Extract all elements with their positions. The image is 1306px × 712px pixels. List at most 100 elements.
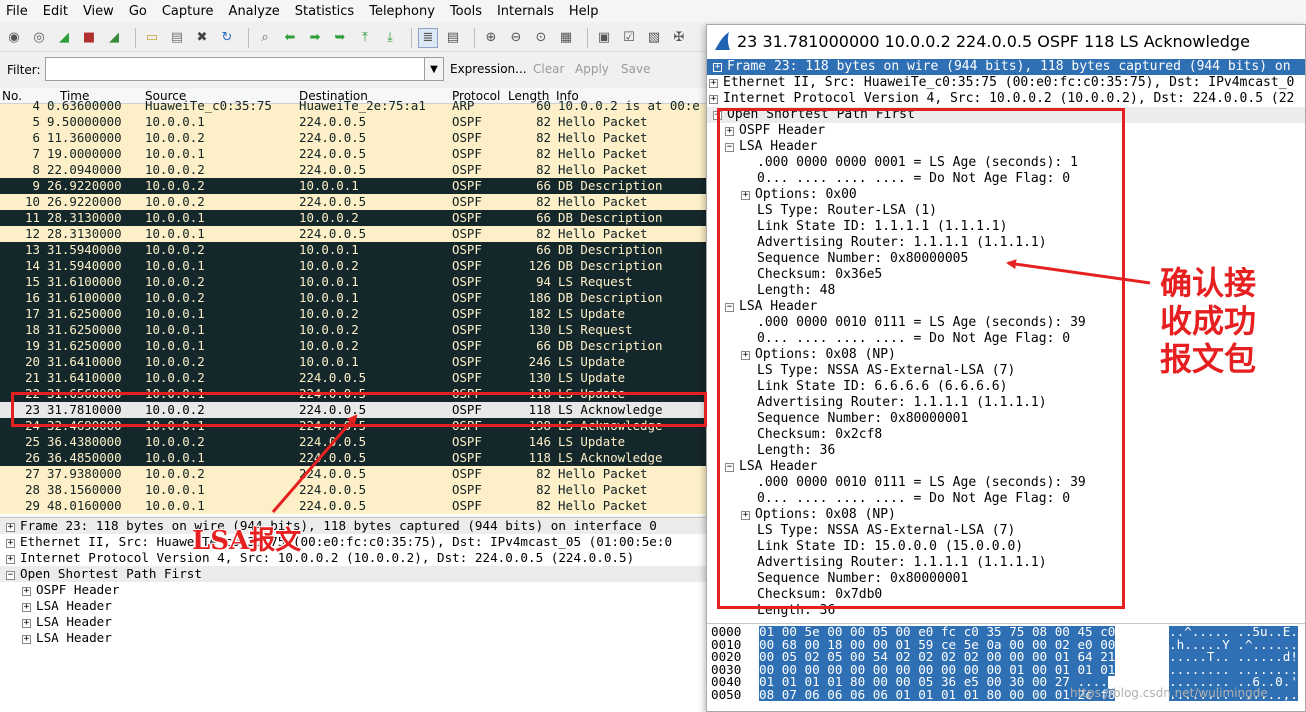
packet-cell-len: 82	[536, 498, 551, 513]
expand-icon[interactable]: +	[709, 79, 718, 88]
goto-icon[interactable]: ➥	[330, 28, 350, 48]
packet-row[interactable]: 28 38.1560000 10.0.0.1 224.0.0.5 OSPF 82 Hello…	[0, 482, 708, 498]
clear-button[interactable]: Clear	[533, 62, 564, 76]
menu-edit[interactable]: Edit	[43, 4, 68, 19]
forward-icon[interactable]: ➡	[305, 28, 325, 48]
packet-row[interactable]: 27 37.9380000 10.0.0.2 224.0.0.5 OSPF 82 Hello…	[0, 466, 708, 482]
packet-row[interactable]: 7 19.0000000 10.0.0.1 224.0.0.5 OSPF 82 Hello …	[0, 146, 708, 162]
packet-row[interactable]: 25 36.4380000 10.0.0.2 224.0.0.5 OSPF 146 LS U…	[0, 434, 708, 450]
restart-icon[interactable]: ◢	[104, 28, 124, 48]
menu-tools[interactable]: Tools	[450, 4, 482, 19]
menu-telephony[interactable]: Telephony	[369, 4, 435, 19]
colorize-icon[interactable]: ≣	[418, 27, 438, 48]
zoom-in-icon[interactable]: ⊕	[481, 28, 501, 48]
capture-filters-icon[interactable]: ▣	[594, 28, 614, 48]
expand-icon[interactable]: +	[6, 539, 15, 548]
first-icon[interactable]: ⤒	[355, 28, 375, 48]
packet-row[interactable]: 13 31.5940000 10.0.0.2 10.0.0.1 OSPF 66 DB Des…	[0, 242, 708, 258]
filter-dropdown-button[interactable]: ▼	[424, 57, 444, 81]
detail-ospf-header[interactable]: + OSPF Header	[22, 582, 119, 598]
detail-frame[interactable]: + Frame 23: 118 bytes on wire (944 bits),…	[0, 518, 708, 534]
menu-capture[interactable]: Capture	[162, 4, 214, 19]
packet-cell-len: 66	[536, 178, 551, 193]
menu-internals[interactable]: Internals	[497, 4, 554, 19]
detail-ip[interactable]: + Internet Protocol Version 4, Src: 10.0.…	[6, 550, 634, 566]
circle-icon[interactable]: ◉	[4, 28, 24, 48]
expand-icon[interactable]: +	[709, 95, 718, 104]
expand-icon[interactable]: +	[6, 523, 15, 532]
packet-cell-proto: OSPF	[452, 258, 482, 273]
packet-row[interactable]: 5 9.50000000 10.0.0.1 224.0.0.5 OSPF 82 Hello …	[0, 114, 708, 130]
expand-icon[interactable]: +	[22, 619, 31, 628]
resize-columns-icon[interactable]: ▦	[556, 28, 576, 48]
hex-bytes[interactable]: 08 07 06 06 06 06 01 01 01 01 80 00 00 0…	[759, 688, 1116, 701]
menu-help[interactable]: Help	[569, 4, 599, 19]
menu-view[interactable]: View	[83, 4, 114, 19]
reload-icon[interactable]: ↻	[217, 28, 237, 48]
packet-cell-time: 11.3600000	[47, 130, 122, 145]
menu-file[interactable]: File	[6, 4, 28, 19]
filter-input[interactable]	[45, 57, 425, 81]
detail-lsa-header[interactable]: + LSA Header	[22, 598, 112, 614]
packet-row[interactable]: 16 31.6100000 10.0.0.2 10.0.0.1 OSPF 186 DB De…	[0, 290, 708, 306]
expand-icon[interactable]: +	[22, 603, 31, 612]
popup-tree-line[interactable]: + Internet Protocol Version 4, Src: 10.0.…	[709, 91, 1294, 107]
packet-row[interactable]: 10 26.9220000 10.0.0.2 224.0.0.5 OSPF 82 Hello…	[0, 194, 708, 210]
packet-cell-info: LS Update	[558, 354, 626, 369]
popup-tree-line[interactable]: + Ethernet II, Src: HuaweiTe_c0:35:75 (00…	[709, 75, 1294, 91]
menu-go[interactable]: Go	[129, 4, 147, 19]
expand-icon[interactable]: +	[713, 63, 722, 72]
packet-row[interactable]: 18 31.6250000 10.0.0.1 10.0.0.2 OSPF 130 LS Re…	[0, 322, 708, 338]
menu-analyze[interactable]: Analyze	[229, 4, 280, 19]
record-icon[interactable]: ◎	[29, 28, 49, 48]
preferences-icon[interactable]: ✠	[669, 28, 689, 48]
packet-row[interactable]: 15 31.6100000 10.0.0.2 10.0.0.1 OSPF 94 LS Req…	[0, 274, 708, 290]
packet-row[interactable]: 19 31.6250000 10.0.0.1 10.0.0.2 OSPF 66 DB Des…	[0, 338, 708, 354]
normal-size-icon[interactable]: ⊙	[531, 28, 551, 48]
packet-cell-info: Hello Packet	[558, 162, 648, 177]
packet-row[interactable]: 4 0.63600000 HuaweiTe_c0:35:75 HuaweiTe_2e:…	[0, 98, 708, 114]
find-icon[interactable]: ⌕	[255, 28, 275, 48]
menu-statistics[interactable]: Statistics	[295, 4, 354, 19]
expand-icon[interactable]: +	[22, 635, 31, 644]
save-icon[interactable]: ▤	[167, 28, 187, 48]
packet-row[interactable]: 8 22.0940000 10.0.0.2 224.0.0.5 OSPF 82 Hello …	[0, 162, 708, 178]
close-icon[interactable]: ✖	[192, 28, 212, 48]
packet-row[interactable]: 29 48.0160000 10.0.0.1 224.0.0.5 OSPF 82 Hello…	[0, 498, 708, 514]
detail-lsa-header[interactable]: + LSA Header	[22, 630, 112, 646]
packet-row[interactable]: 14 31.5940000 10.0.0.1 10.0.0.2 OSPF 126 DB De…	[0, 258, 708, 274]
packet-row[interactable]: 17 31.6250000 10.0.0.1 10.0.0.2 OSPF 182 LS Up…	[0, 306, 708, 322]
stop-icon[interactable]: ■	[79, 28, 99, 48]
detail-ethernet[interactable]: + Ethernet II, Src: HuaweiTe_c0:35:75 (00…	[6, 534, 672, 550]
coloring-rules-icon[interactable]: ▧	[644, 28, 664, 48]
packet-row[interactable]: 21 31.6410000 10.0.0.2 224.0.0.5 OSPF 130 LS U…	[0, 370, 708, 386]
autoscroll-icon[interactable]: ▤	[443, 28, 463, 48]
expand-icon[interactable]: +	[6, 555, 15, 564]
display-filters-icon[interactable]: ☑	[619, 28, 639, 48]
expand-icon[interactable]: +	[22, 587, 31, 596]
packet-cell-src: 10.0.0.2	[145, 434, 205, 449]
popup-title-bar[interactable]: 23 31.781000000 10.0.0.2 224.0.0.5 OSPF …	[707, 25, 1305, 57]
packet-row[interactable]: 9 26.9220000 10.0.0.2 10.0.0.1 OSPF 66 DB Desc…	[0, 178, 708, 194]
packet-cell-proto: OSPF	[452, 146, 482, 161]
last-icon[interactable]: ⤓	[380, 28, 400, 48]
apply-button[interactable]: Apply	[575, 62, 609, 76]
packet-row[interactable]: 26 36.4850000 10.0.0.1 224.0.0.5 OSPF 118 LS A…	[0, 450, 708, 466]
expression-button[interactable]: Expression...	[450, 62, 527, 76]
collapse-icon[interactable]: −	[6, 571, 15, 580]
detail-ospf[interactable]: − Open Shortest Path First	[0, 566, 708, 582]
shark-fin-icon[interactable]: ◢	[54, 28, 74, 48]
packet-cell-dst: 224.0.0.5	[299, 450, 367, 465]
packet-cell-proto: OSPF	[452, 226, 482, 241]
zoom-out-icon[interactable]: ⊖	[506, 28, 526, 48]
save-button[interactable]: Save	[621, 62, 650, 76]
packet-row[interactable]: 20 31.6410000 10.0.0.2 10.0.0.1 OSPF 246 LS Up…	[0, 354, 708, 370]
packet-row[interactable]: 12 28.3130000 10.0.0.1 224.0.0.5 OSPF 82 Hello…	[0, 226, 708, 242]
packet-cell-time: 38.1560000	[47, 482, 122, 497]
packet-row[interactable]: 11 28.3130000 10.0.0.1 10.0.0.2 OSPF 66 DB Des…	[0, 210, 708, 226]
detail-lsa-header[interactable]: + LSA Header	[22, 614, 112, 630]
open-icon[interactable]: ▭	[142, 28, 162, 48]
popup-line-selected[interactable]: + Frame 23: 118 bytes on wire (944 bits),…	[707, 59, 1305, 75]
packet-row[interactable]: 6 11.3600000 10.0.0.2 224.0.0.5 OSPF 82 Hello …	[0, 130, 708, 146]
back-icon[interactable]: ⬅	[280, 28, 300, 48]
